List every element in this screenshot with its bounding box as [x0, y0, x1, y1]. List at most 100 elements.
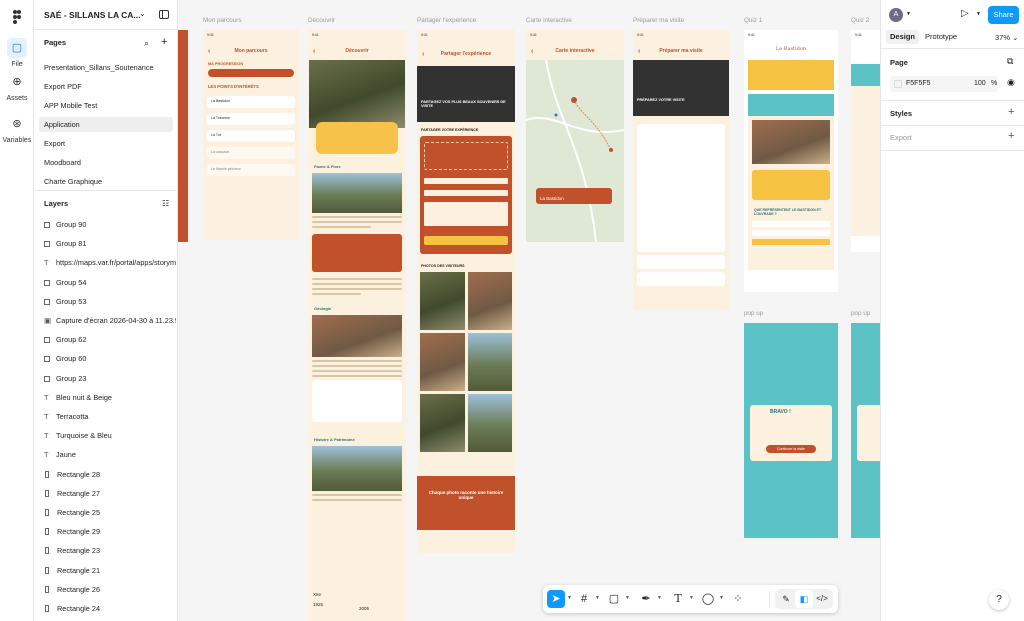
pen-tool-icon[interactable]: ✒: [637, 590, 655, 608]
layer-row[interactable]: Group 62: [44, 333, 176, 347]
layer-row[interactable]: Group 90: [44, 218, 176, 232]
local-styles-icon[interactable]: ⧉: [1007, 56, 1013, 67]
add-style-icon[interactable]: +: [1008, 106, 1014, 118]
frame-label[interactable]: Quiz 2: [851, 17, 869, 24]
fill-opacity[interactable]: 100: [974, 76, 986, 92]
frame-label[interactable]: Partager l'expérience: [417, 17, 476, 24]
tab-design[interactable]: Design: [886, 30, 920, 44]
actions-icon[interactable]: ⁘: [729, 590, 747, 608]
rail-variables-button[interactable]: ⊛ Variables: [0, 114, 34, 144]
layer-row[interactable]: Rectangle 26: [44, 583, 176, 597]
page-item[interactable]: Presentation_Sillans_Soutenance: [39, 60, 173, 75]
frame-quiz-1[interactable]: 9:41 Le Bastidon QUE REPRÉSENTENT LE BAS…: [744, 30, 838, 292]
poi-card[interactable]: Le Mamie pêcheur: [207, 164, 295, 176]
draw-mode-icon[interactable]: ✎: [777, 590, 795, 608]
layer-row[interactable]: Rectangle 29: [44, 525, 176, 539]
file-title[interactable]: SAÉ - SILLANS LA CA...: [44, 10, 144, 20]
frame-label[interactable]: Mon parcours: [203, 17, 242, 24]
page-item[interactable]: Application: [39, 117, 173, 132]
chevron-down-icon[interactable]: ▼: [625, 595, 630, 601]
frame-quiz-2[interactable]: 9:41: [851, 30, 880, 252]
poi-card[interactable]: La Traverse: [207, 113, 295, 125]
present-play-icon[interactable]: ▷: [961, 8, 969, 19]
layer-row[interactable]: Group 53: [44, 295, 176, 309]
page-item[interactable]: Moodboard: [39, 155, 173, 170]
frame-pop-up-1[interactable]: BRAVO ! Continuer la visite: [744, 323, 838, 538]
tab-prototype[interactable]: Prototype: [921, 30, 961, 44]
layer-row[interactable]: Group 81: [44, 237, 176, 251]
map[interactable]: La Bastidon: [526, 59, 624, 242]
page-item[interactable]: Export: [39, 136, 173, 151]
chevron-down-icon[interactable]: ▼: [976, 11, 981, 17]
page-item[interactable]: Charte Graphique: [39, 174, 173, 189]
rectangle-tool-icon[interactable]: ▢: [605, 590, 623, 608]
fill-hex[interactable]: F5F5F5: [906, 76, 931, 92]
layer-row[interactable]: Rectangle 28: [44, 468, 176, 482]
zoom-level[interactable]: 37% ⌄: [995, 33, 1018, 42]
chevron-down-icon[interactable]: ▼: [689, 595, 694, 601]
chevron-down-icon[interactable]: ▼: [567, 595, 572, 601]
help-button[interactable]: ?: [989, 590, 1009, 610]
rail-assets-button[interactable]: ⊕ Assets: [0, 72, 34, 102]
frame-decouvrir[interactable]: 9:41 Découvrir Faune & Flore Géologie Hi…: [308, 30, 406, 621]
layer-row[interactable]: T Bleu nuit & Beige: [44, 391, 176, 405]
page-item[interactable]: Export PDF: [39, 79, 173, 94]
frame-tool-icon[interactable]: #: [575, 590, 593, 608]
chevron-down-icon[interactable]: ▼: [906, 11, 911, 17]
poi-card[interactable]: La Tuf: [207, 130, 295, 142]
frame-label[interactable]: Découvrir: [308, 17, 335, 24]
fill-swatch[interactable]: [894, 80, 902, 88]
poi-card[interactable]: La cascade: [207, 147, 295, 159]
layer-row[interactable]: Thttps://maps.var.fr/portal/apps/storym: [44, 256, 176, 270]
frame-label[interactable]: Préparer ma visite: [633, 17, 684, 24]
chevron-down-icon[interactable]: ▼: [657, 595, 662, 601]
layer-row[interactable]: T Jaune: [44, 448, 176, 462]
layer-row[interactable]: T Turquoise & Bleu: [44, 429, 176, 443]
frame-pop-up-2[interactable]: [851, 323, 880, 538]
layer-label: Rectangle 26: [57, 584, 101, 594]
frame-label[interactable]: Quiz 1: [744, 17, 762, 24]
sidebar-toggle-icon[interactable]: [159, 10, 169, 19]
poi-card[interactable]: La Bastidon: [207, 96, 295, 108]
layer-row[interactable]: Group 23: [44, 372, 176, 386]
text-tool-icon[interactable]: T: [669, 590, 687, 608]
comment-tool-icon[interactable]: ◯: [699, 590, 717, 608]
add-export-icon[interactable]: +: [1008, 130, 1014, 142]
layer-row[interactable]: Rectangle 24: [44, 602, 176, 616]
eye-icon[interactable]: ◉: [1007, 77, 1015, 88]
layer-row[interactable]: Rectangle 23: [44, 544, 176, 558]
layer-row[interactable]: T Terracotta: [44, 410, 176, 424]
add-page-icon[interactable]: +: [161, 36, 167, 48]
dev-mode-icon[interactable]: </>: [813, 590, 831, 608]
layer-row[interactable]: Group 54: [44, 276, 176, 290]
layer-row[interactable]: ▣ Capture d'écran 2026-04-30 à 11.23.5: [44, 314, 176, 328]
page-item[interactable]: APP Mobile Test: [39, 98, 173, 113]
rail-file-button[interactable]: ▢ File: [0, 38, 34, 68]
export-section-title: Export: [890, 133, 912, 142]
chevron-down-icon[interactable]: ▼: [719, 595, 724, 601]
avatar[interactable]: A: [889, 8, 903, 22]
layers-list-icon[interactable]: ☷: [162, 199, 169, 208]
frame-carte[interactable]: 9:41 Carte interactive La Bastidon: [526, 30, 624, 242]
frame-partial[interactable]: [178, 30, 188, 242]
design-mode-icon[interactable]: ◧: [795, 590, 813, 608]
layer-label: Rectangle 23: [57, 546, 101, 556]
canvas[interactable]: Mon parcours Découvrir Partager l'expérien…: [178, 0, 880, 621]
frame-preparer[interactable]: 9:41 Préparer ma visite PRÉPAREZ VOTRE V…: [633, 30, 729, 310]
frame-label[interactable]: pop up: [744, 310, 763, 317]
chevron-down-icon[interactable]: ▼: [595, 595, 600, 601]
chevron-down-icon[interactable]: ⌄: [139, 9, 146, 18]
frame-label[interactable]: pop up: [851, 310, 870, 317]
share-button[interactable]: Share: [988, 6, 1019, 24]
layer-row[interactable]: Rectangle 21: [44, 564, 176, 578]
move-tool-icon[interactable]: ➤: [547, 590, 565, 608]
layer-row[interactable]: Rectangle 27: [44, 487, 176, 501]
figma-logo-icon[interactable]: [9, 9, 25, 25]
page-fill-row[interactable]: F5F5F5 100 %: [890, 76, 998, 92]
frame-mon-parcours[interactable]: 9:41 Mon parcours MA PROGRESSION LES POI…: [203, 30, 299, 240]
layer-row[interactable]: Group 60: [44, 352, 176, 366]
frame-label[interactable]: Carte interactive: [526, 17, 572, 24]
frame-partager[interactable]: 9:41 Partager l'expérience PARTAGEZ VOS …: [417, 30, 515, 553]
layer-row[interactable]: Rectangle 25: [44, 506, 176, 520]
search-icon[interactable]: ⌕: [144, 38, 149, 49]
